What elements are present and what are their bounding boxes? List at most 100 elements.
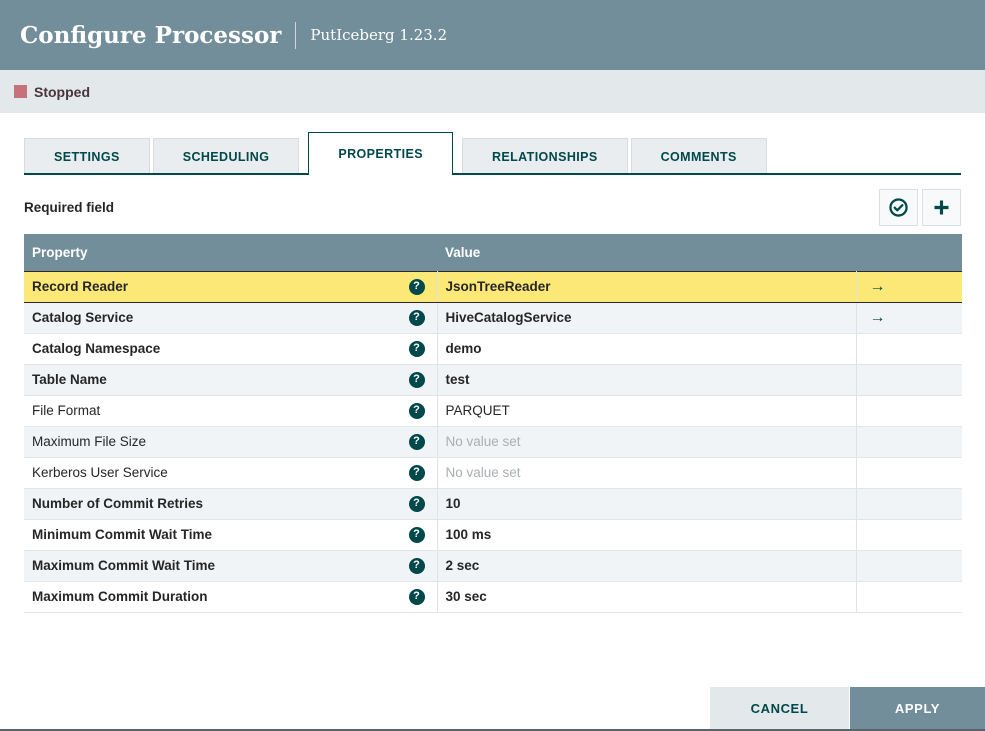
property-name-cell: Catalog Namespace? — [24, 333, 438, 365]
property-value: demo — [445, 341, 482, 356]
goto-service-cell — [856, 426, 962, 458]
properties-toolbar: Required field — [24, 188, 961, 226]
property-name-cell: Minimum Commit Wait Time? — [24, 519, 438, 551]
property-name-cell: Maximum File Size? — [24, 426, 438, 458]
property-name-cell: Record Reader? — [24, 270, 438, 303]
dialog-header: Configure Processor PutIceberg 1.23.2 — [0, 0, 985, 70]
apply-button[interactable]: APPLY — [850, 687, 985, 729]
tab-comments[interactable]: COMMENTS — [630, 138, 767, 175]
goto-service-cell — [856, 457, 962, 489]
help-icon[interactable]: ? — [408, 526, 425, 543]
add-property-button[interactable] — [922, 188, 961, 226]
property-row[interactable]: Table Name? test — [24, 364, 962, 396]
property-row[interactable]: File Format? PARQUET — [24, 395, 962, 427]
goto-service-cell — [856, 364, 962, 396]
property-name: Catalog Service — [32, 310, 134, 325]
property-name: Minimum Commit Wait Time — [32, 527, 213, 542]
value-column-header: Value — [437, 234, 856, 271]
property-name: Maximum File Size — [32, 434, 147, 449]
cancel-button[interactable]: CANCEL — [710, 687, 849, 729]
property-value-cell[interactable]: No value set — [437, 426, 857, 458]
goto-service-cell — [856, 488, 962, 520]
help-icon[interactable]: ? — [408, 495, 425, 512]
property-value-cell[interactable]: demo — [437, 333, 857, 365]
property-row[interactable]: Record Reader? JsonTreeReader → — [24, 270, 962, 303]
property-value-cell[interactable]: HiveCatalogService — [437, 302, 857, 334]
property-name: Maximum Commit Wait Time — [32, 558, 216, 573]
property-value-cell[interactable]: No value set — [437, 457, 857, 489]
property-value: 2 sec — [445, 558, 480, 573]
property-value-cell[interactable]: 30 sec — [437, 581, 857, 613]
property-name-cell: Number of Commit Retries? — [24, 488, 438, 520]
goto-service-arrow-icon[interactable]: → — [870, 309, 886, 326]
help-icon[interactable]: ? — [408, 278, 425, 295]
property-row[interactable]: Minimum Commit Wait Time? 100 ms — [24, 519, 962, 551]
help-icon[interactable]: ? — [408, 309, 425, 326]
property-value-cell[interactable]: test — [437, 364, 857, 396]
property-value: 10 — [445, 496, 461, 511]
help-icon[interactable]: ? — [408, 340, 425, 357]
property-column-header: Property — [24, 234, 437, 271]
property-row[interactable]: Maximum Commit Wait Time? 2 sec — [24, 550, 962, 582]
property-value-cell[interactable]: PARQUET — [437, 395, 857, 427]
property-name-cell: Maximum Commit Duration? — [24, 581, 438, 613]
property-row[interactable]: Catalog Service? HiveCatalogService → — [24, 302, 962, 334]
goto-service-arrow-icon[interactable]: → — [870, 278, 886, 295]
plus-icon — [931, 197, 952, 218]
property-row[interactable]: Maximum Commit Duration? 30 sec — [24, 581, 962, 613]
property-value: PARQUET — [445, 403, 510, 418]
property-value: 100 ms — [445, 527, 492, 542]
property-name: File Format — [32, 403, 101, 418]
property-name-cell: Table Name? — [24, 364, 438, 396]
required-field-label: Required field — [24, 199, 115, 215]
goto-service-cell — [856, 395, 962, 427]
property-name: Maximum Commit Duration — [32, 589, 208, 604]
property-value: No value set — [445, 434, 521, 449]
property-value-cell[interactable]: 100 ms — [437, 519, 857, 551]
goto-service-cell — [856, 550, 962, 582]
processor-name-version: PutIceberg 1.23.2 — [310, 26, 448, 44]
property-value: 30 sec — [445, 589, 487, 604]
tab-properties[interactable]: PROPERTIES — [308, 132, 453, 175]
property-name: Kerberos User Service — [32, 465, 168, 480]
tab-bar: SETTINGS SCHEDULING PROPERTIES RELATIONSHIP… — [24, 132, 961, 175]
help-icon[interactable]: ? — [408, 557, 425, 574]
status-label: Stopped — [34, 83, 90, 100]
toolbar-buttons — [875, 188, 961, 226]
dialog-footer: CANCEL APPLY — [710, 687, 985, 729]
tab-settings[interactable]: SETTINGS — [24, 138, 150, 175]
table-header-row: Property Value — [24, 234, 962, 271]
check-circle-icon — [888, 197, 909, 218]
property-name: Catalog Namespace — [32, 341, 161, 356]
property-value-cell[interactable]: 2 sec — [437, 550, 857, 582]
help-icon[interactable]: ? — [408, 464, 425, 481]
property-value: No value set — [445, 465, 521, 480]
property-row[interactable]: Number of Commit Retries? 10 — [24, 488, 962, 520]
property-row[interactable]: Maximum File Size? No value set — [24, 426, 962, 458]
property-row[interactable]: Catalog Namespace? demo — [24, 333, 962, 365]
property-value-cell[interactable]: JsonTreeReader — [437, 270, 857, 303]
properties-table-body: Record Reader? JsonTreeReader → Catalog Ser… — [24, 270, 962, 613]
verify-properties-button[interactable] — [879, 188, 918, 226]
configure-processor-dialog: Configure Processor PutIceberg 1.23.2 St… — [0, 0, 985, 731]
property-name-cell: Maximum Commit Wait Time? — [24, 550, 438, 582]
tab-relationships[interactable]: RELATIONSHIPS — [461, 138, 628, 175]
property-value-cell[interactable]: 10 — [437, 488, 857, 520]
help-icon[interactable]: ? — [408, 588, 425, 605]
goto-service-cell — [856, 333, 962, 365]
dialog-content: SETTINGS SCHEDULING PROPERTIES RELATIONSHIP… — [0, 113, 985, 613]
property-name: Number of Commit Retries — [32, 496, 204, 511]
property-value: HiveCatalogService — [445, 310, 572, 325]
help-icon[interactable]: ? — [408, 371, 425, 388]
tab-scheduling[interactable]: SCHEDULING — [152, 138, 300, 175]
help-icon[interactable]: ? — [408, 402, 425, 419]
goto-service-cell: → — [856, 270, 962, 303]
property-row[interactable]: Kerberos User Service? No value set — [24, 457, 962, 489]
property-value: test — [445, 372, 470, 387]
title-divider — [295, 21, 297, 49]
property-name-cell: Kerberos User Service? — [24, 457, 438, 489]
property-value: JsonTreeReader — [445, 279, 551, 294]
goto-column-header — [856, 234, 962, 271]
goto-service-cell: → — [856, 302, 962, 334]
help-icon[interactable]: ? — [408, 433, 425, 450]
